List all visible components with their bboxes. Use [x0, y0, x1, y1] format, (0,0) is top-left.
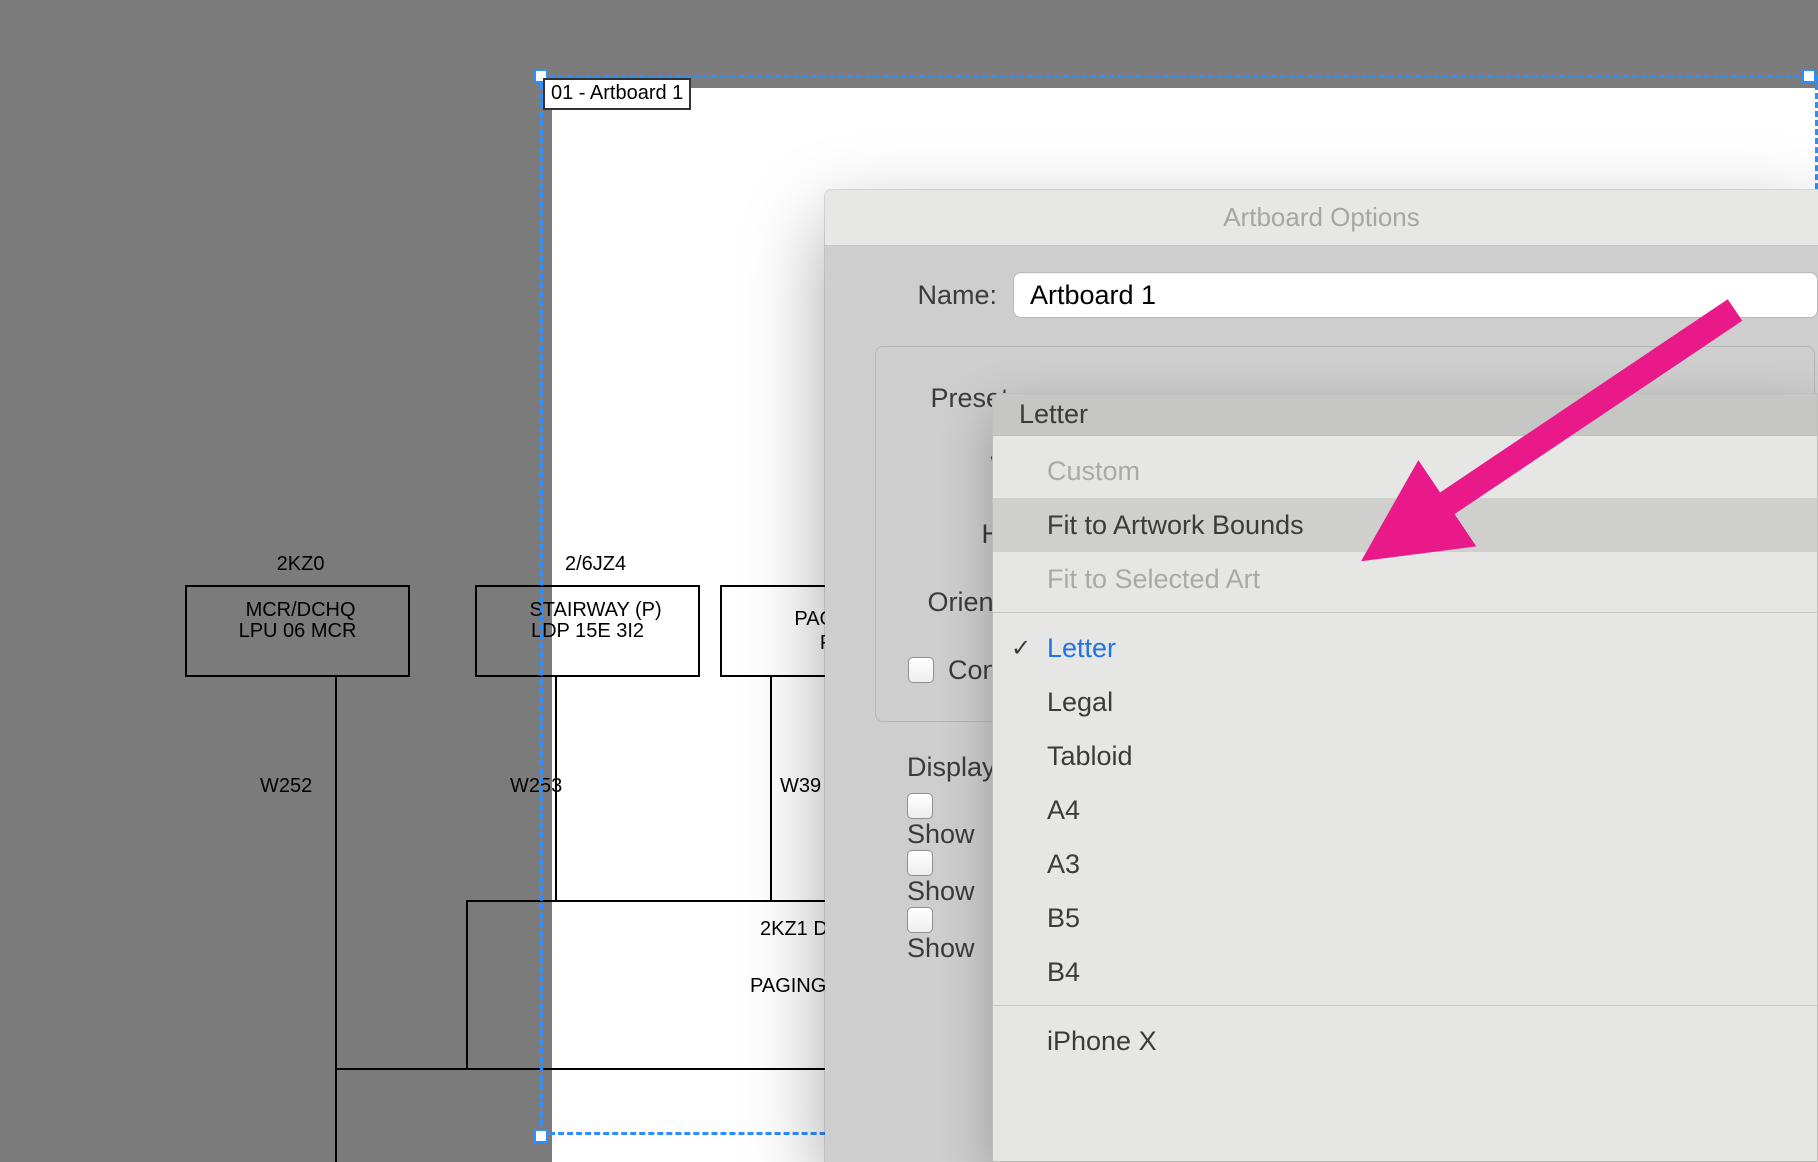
- diagram-connector: [335, 677, 337, 1162]
- dropdown-item-b4[interactable]: B4: [993, 945, 1817, 999]
- diagram-box: LPU 06 MCR: [185, 585, 410, 677]
- preset-dropdown-current[interactable]: Letter: [993, 394, 1817, 436]
- show-label-2: Show: [907, 876, 975, 906]
- show-checkbox-2[interactable]: [907, 850, 933, 876]
- diagram-connector: [770, 677, 772, 902]
- preset-dropdown-list: Custom Fit to Artwork Bounds Fit to Sele…: [993, 436, 1817, 1068]
- artboard-label[interactable]: 01 - Artboard 1: [543, 78, 691, 110]
- dropdown-item-legal[interactable]: Legal: [993, 675, 1817, 729]
- diagram-connector: [336, 1068, 466, 1070]
- checkmark-icon: ✓: [1011, 634, 1031, 663]
- diagram-box: LDP 15E 3I2: [475, 585, 700, 677]
- dropdown-item-iphone-x[interactable]: iPhone X: [993, 1014, 1817, 1068]
- dropdown-separator: [993, 612, 1817, 613]
- preset-dropdown-menu[interactable]: Letter Custom Fit to Artwork Bounds Fit …: [992, 393, 1818, 1162]
- dialog-title: Artboard Options: [825, 190, 1818, 246]
- selection-handle-tr[interactable]: [1802, 69, 1816, 83]
- dropdown-item-letter[interactable]: ✓ Letter: [993, 621, 1817, 675]
- show-checkbox-3[interactable]: [907, 907, 933, 933]
- dropdown-item-fit-artwork-bounds[interactable]: Fit to Artwork Bounds: [993, 498, 1817, 552]
- show-checkbox-1[interactable]: [907, 793, 933, 819]
- name-label: Name:: [875, 280, 997, 311]
- name-input[interactable]: [1013, 272, 1818, 318]
- dropdown-item-a4[interactable]: A4: [993, 783, 1817, 837]
- show-label-1: Show: [907, 819, 975, 849]
- dropdown-item-b5[interactable]: B5: [993, 891, 1817, 945]
- dropdown-item-tabloid[interactable]: Tabloid: [993, 729, 1817, 783]
- diagram-lower-label: 2KZ1 D: [760, 918, 828, 941]
- diagram-wire-label: W253: [510, 775, 562, 798]
- dropdown-item-custom: Custom: [993, 444, 1817, 498]
- diagram-wire-label: W252: [260, 775, 312, 798]
- diagram-lower-label: PAGING: [750, 975, 826, 998]
- dropdown-item-a3[interactable]: A3: [993, 837, 1817, 891]
- selection-handle-bl[interactable]: [534, 1129, 548, 1143]
- constrain-checkbox[interactable]: [908, 657, 934, 683]
- show-label-3: Show: [907, 933, 975, 963]
- diagram-wire-label: W39: [780, 775, 821, 798]
- dropdown-item-fit-selected-art: Fit to Selected Art: [993, 552, 1817, 606]
- dropdown-separator: [993, 1005, 1817, 1006]
